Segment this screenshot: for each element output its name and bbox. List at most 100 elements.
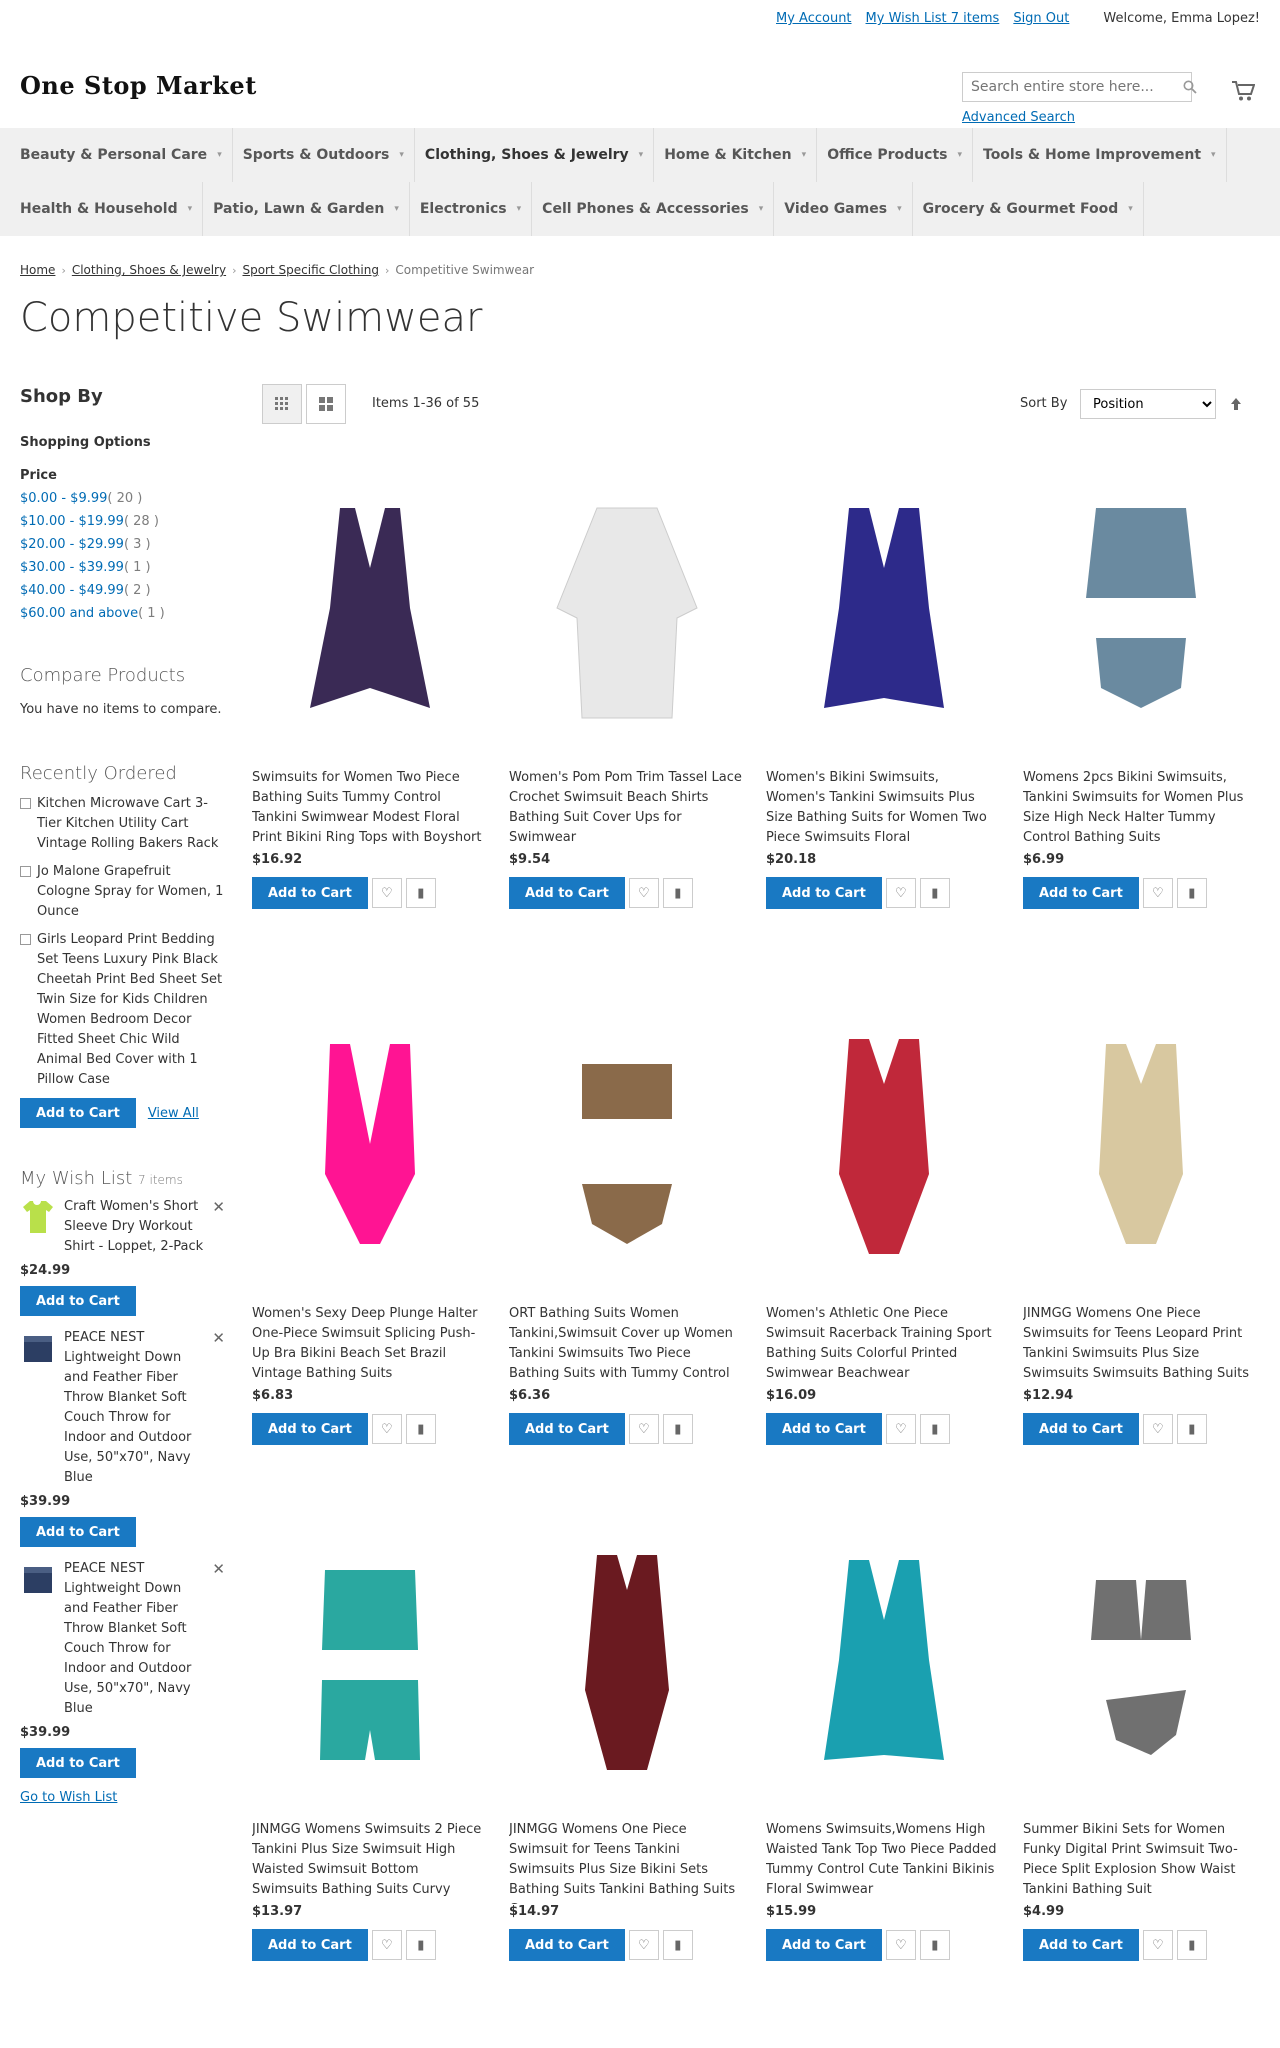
add-to-compare-button[interactable]: ▮ <box>1176 1930 1207 1960</box>
remove-close-icon[interactable]: ✕ <box>212 1559 225 1579</box>
recent-item-checkbox[interactable] <box>20 866 31 877</box>
product-name[interactable]: Swimsuits for Women Two Piece Bathing Su… <box>252 768 488 852</box>
nav-patio-lawn-garden[interactable]: Patio, Lawn & Garden ▾ <box>203 182 410 236</box>
add-to-wishlist-button[interactable]: ♡ <box>628 878 659 908</box>
my-wish-list-link[interactable]: My Wish List 7 items <box>866 11 1000 26</box>
product-image[interactable] <box>252 1518 488 1812</box>
product-name[interactable]: JINMGG Womens One Piece Swimsuits for Te… <box>1023 1304 1259 1388</box>
add-to-compare-button[interactable]: ▮ <box>405 1930 436 1960</box>
add-to-cart-button[interactable]: Add to Cart <box>509 1929 625 1961</box>
add-to-cart-button[interactable]: Add to Cart <box>766 877 882 909</box>
nav-office-products[interactable]: Office Products ▾ <box>817 128 973 182</box>
price-filter-option[interactable]: $10.00 - $19.99( 28 ) <box>20 510 225 533</box>
add-to-cart-button[interactable]: Add to Cart <box>1023 1413 1139 1445</box>
wishlist-add-to-cart-button[interactable]: Add to Cart <box>20 1517 136 1547</box>
add-to-wishlist-button[interactable]: ♡ <box>885 1414 916 1444</box>
product-image[interactable] <box>252 1002 488 1296</box>
product-thumbnail[interactable] <box>20 1559 56 1599</box>
add-to-cart-button[interactable]: Add to Cart <box>766 1413 882 1445</box>
add-to-compare-button[interactable]: ▮ <box>405 878 436 908</box>
go-to-wishlist-link[interactable]: Go to Wish List <box>20 1790 117 1805</box>
product-image[interactable] <box>509 1518 745 1812</box>
add-to-wishlist-button[interactable]: ♡ <box>628 1930 659 1960</box>
search-input[interactable] <box>962 72 1192 102</box>
product-name[interactable]: Summer Bikini Sets for Women Funky Digit… <box>1023 1820 1259 1904</box>
add-to-cart-button[interactable]: Add to Cart <box>1023 1929 1139 1961</box>
product-name[interactable]: JINMGG Womens One Piece Swimsuit for Tee… <box>509 1820 745 1904</box>
add-to-compare-button[interactable]: ▮ <box>919 1930 950 1960</box>
product-name[interactable]: Womens Swimsuits,Womens High Waisted Tan… <box>766 1820 1002 1904</box>
recent-item-checkbox[interactable] <box>20 798 31 809</box>
nav-grocery-gourmet-food[interactable]: Grocery & Gourmet Food ▾ <box>913 182 1144 236</box>
nav-cell-phones-accessories[interactable]: Cell Phones & Accessories ▾ <box>532 182 775 236</box>
add-to-cart-button[interactable]: Add to Cart <box>766 1929 882 1961</box>
price-filter-option[interactable]: $20.00 - $29.99( 3 ) <box>20 533 225 556</box>
wishlist-item-name[interactable]: Craft Women's Short Sleeve Dry Workout S… <box>64 1197 225 1257</box>
recent-item-name[interactable]: Jo Malone Grapefruit Cologne Spray for W… <box>37 862 225 922</box>
product-name[interactable]: ORT Bathing Suits Women Tankini,Swimsuit… <box>509 1304 745 1388</box>
add-to-compare-button[interactable]: ▮ <box>1176 1414 1207 1444</box>
product-image[interactable] <box>509 1002 745 1296</box>
product-image[interactable] <box>509 466 745 760</box>
breadcrumb-sport-specific[interactable]: Sport Specific Clothing <box>242 263 378 277</box>
add-to-compare-button[interactable]: ▮ <box>662 1930 693 1960</box>
add-to-cart-button[interactable]: Add to Cart <box>252 1929 368 1961</box>
nav-video-games[interactable]: Video Games ▾ <box>774 182 913 236</box>
product-name[interactable]: Womens 2pcs Bikini Swimsuits, Tankini Sw… <box>1023 768 1259 852</box>
add-to-compare-button[interactable]: ▮ <box>662 1414 693 1444</box>
add-to-wishlist-button[interactable]: ♡ <box>371 1414 402 1444</box>
wishlist-item-name[interactable]: PEACE NEST Lightweight Down and Feather … <box>64 1559 225 1719</box>
nav-clothing-shoes-jewelry[interactable]: Clothing, Shoes & Jewelry ▾ <box>415 128 655 182</box>
nav-sports-outdoors[interactable]: Sports & Outdoors ▾ <box>233 128 415 182</box>
grid-view-button[interactable] <box>262 384 302 424</box>
store-logo[interactable]: One Stop Market <box>20 71 257 100</box>
price-filter-option[interactable]: $40.00 - $49.99( 2 ) <box>20 579 225 602</box>
add-to-compare-button[interactable]: ▮ <box>405 1414 436 1444</box>
sort-direction-button[interactable] <box>1222 389 1250 419</box>
product-thumbnail[interactable] <box>20 1328 56 1368</box>
product-image[interactable] <box>1023 466 1259 760</box>
add-to-wishlist-button[interactable]: ♡ <box>885 1930 916 1960</box>
nav-home-kitchen[interactable]: Home & Kitchen ▾ <box>654 128 818 182</box>
product-thumbnail[interactable] <box>20 1197 56 1237</box>
add-to-wishlist-button[interactable]: ♡ <box>371 1930 402 1960</box>
nav-electronics[interactable]: Electronics ▾ <box>410 182 533 236</box>
nav-health-household[interactable]: Health & Household ▾ <box>10 182 204 236</box>
nav-tools-home-improvement[interactable]: Tools & Home Improvement ▾ <box>973 128 1227 182</box>
add-to-wishlist-button[interactable]: ♡ <box>628 1414 659 1444</box>
product-image[interactable] <box>1023 1002 1259 1296</box>
add-to-cart-button[interactable]: Add to Cart <box>1023 877 1139 909</box>
add-to-wishlist-button[interactable]: ♡ <box>371 878 402 908</box>
add-to-wishlist-button[interactable]: ♡ <box>1142 1930 1173 1960</box>
add-to-compare-button[interactable]: ▮ <box>919 878 950 908</box>
price-filter-option[interactable]: $0.00 - $9.99( 20 ) <box>20 487 225 510</box>
view-all-link[interactable]: View All <box>148 1106 199 1121</box>
add-to-wishlist-button[interactable]: ♡ <box>885 878 916 908</box>
add-to-compare-button[interactable]: ▮ <box>1176 878 1207 908</box>
product-image[interactable] <box>766 1002 1002 1296</box>
nav-beauty-personal-care[interactable]: Beauty & Personal Care ▾ <box>10 128 233 182</box>
recent-item-checkbox[interactable] <box>20 934 31 945</box>
product-name[interactable]: JINMGG Womens Swimsuits 2 Piece Tankini … <box>252 1820 488 1904</box>
price-filter-option[interactable]: $30.00 - $39.99( 1 ) <box>20 556 225 579</box>
add-to-compare-button[interactable]: ▮ <box>662 878 693 908</box>
minicart-button[interactable] <box>1226 74 1260 108</box>
price-filter-option[interactable]: $60.00 and above( 1 ) <box>20 602 225 625</box>
wishlist-add-to-cart-button[interactable]: Add to Cart <box>20 1286 136 1316</box>
list-view-button[interactable] <box>306 384 346 424</box>
add-to-wishlist-button[interactable]: ♡ <box>1142 878 1173 908</box>
product-image[interactable] <box>252 466 488 760</box>
product-name[interactable]: Women's Bikini Swimsuits, Women's Tankin… <box>766 768 1002 852</box>
remove-close-icon[interactable]: ✕ <box>212 1197 225 1217</box>
product-image[interactable] <box>766 1518 1002 1812</box>
sign-out-link[interactable]: Sign Out <box>1013 11 1069 26</box>
remove-close-icon[interactable]: ✕ <box>212 1328 225 1348</box>
add-to-cart-button[interactable]: Add to Cart <box>252 877 368 909</box>
breadcrumb-home[interactable]: Home <box>20 263 55 277</box>
search-button[interactable] <box>1180 77 1200 97</box>
breadcrumb-clothing[interactable]: Clothing, Shoes & Jewelry <box>72 263 226 277</box>
add-to-cart-button[interactable]: Add to Cart <box>509 877 625 909</box>
add-to-compare-button[interactable]: ▮ <box>919 1414 950 1444</box>
sort-by-select[interactable]: Position <box>1080 389 1216 419</box>
recent-add-to-cart-button[interactable]: Add to Cart <box>20 1098 136 1128</box>
